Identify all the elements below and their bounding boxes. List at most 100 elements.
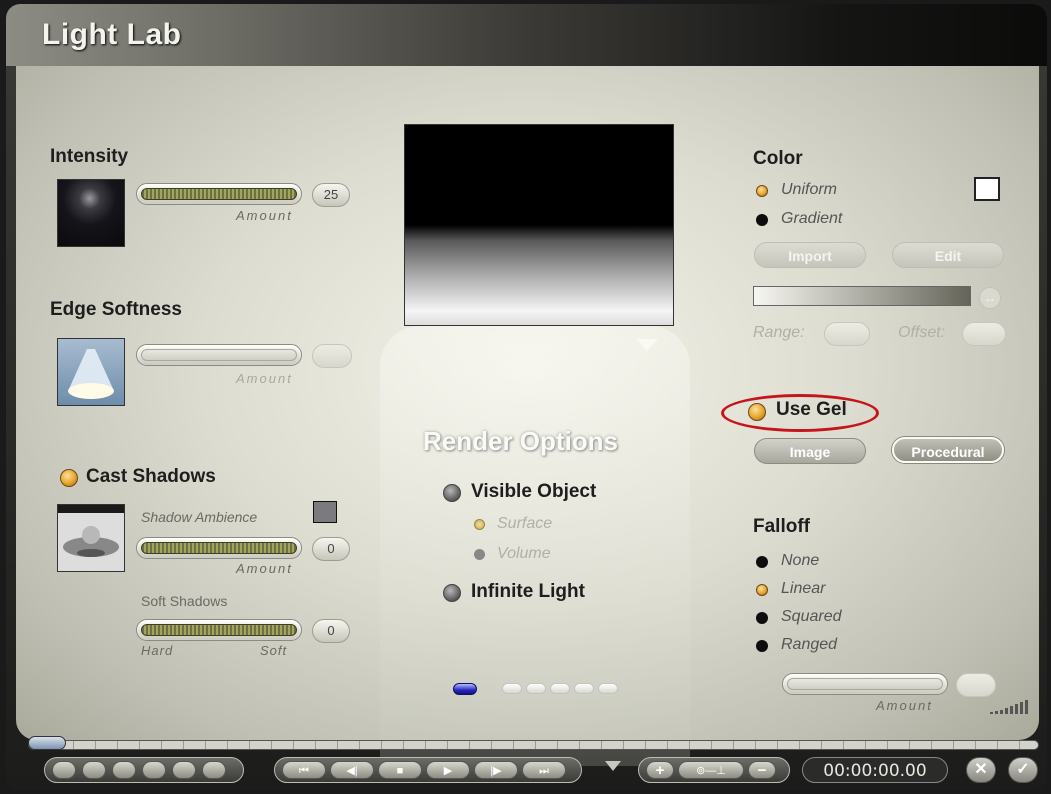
uniform-label: Uniform (781, 181, 838, 198)
falloff-ranged-radio[interactable] (756, 640, 768, 652)
gradient-label: Gradient (781, 210, 843, 227)
volume-label: Volume (497, 545, 551, 562)
infinite-light-label: Infinite Light (471, 581, 585, 602)
remove-keyframe-icon[interactable]: − (748, 761, 776, 779)
go-to-start-icon[interactable]: ⏮ (282, 761, 326, 779)
key-icon[interactable]: ⊚—⊥ (678, 761, 744, 779)
falloff-amount-value[interactable] (956, 673, 996, 697)
offset-field[interactable] (962, 322, 1006, 346)
window-title: Light Lab (42, 18, 182, 51)
falloff-ranged-label: Ranged (781, 636, 838, 653)
edge-softness-title: Edge Softness (50, 299, 182, 320)
shadow-ambience-amount-label: Amount (236, 561, 293, 576)
use-gel-label: Use Gel (776, 399, 847, 420)
title-bar: Light Lab (6, 4, 1047, 66)
intensity-amount-label: Amount (236, 208, 293, 223)
render-options-title: Render Options (423, 426, 619, 456)
step-forward-icon[interactable]: |▶ (474, 761, 518, 779)
gel-procedural-button[interactable]: Procedural (892, 437, 1004, 463)
falloff-squared-radio[interactable] (756, 612, 768, 624)
edge-softness-amount-label: Amount (236, 371, 293, 386)
room-tab[interactable] (82, 761, 106, 779)
falloff-title: Falloff (753, 516, 810, 537)
edge-softness-thumbnail[interactable] (57, 338, 125, 406)
shadow-ambience-slider-fill (141, 542, 297, 554)
uniform-radio[interactable] (756, 185, 768, 197)
add-keyframe-icon[interactable]: + (646, 761, 674, 779)
cast-shadows-toggle[interactable] (60, 469, 78, 487)
edge-softness-value[interactable] (312, 344, 352, 368)
import-button[interactable]: Import (754, 242, 866, 268)
visible-object-label: Visible Object (471, 481, 597, 502)
intensity-slider[interactable] (136, 183, 302, 205)
intensity-slider-fill (141, 188, 297, 200)
room-tab[interactable] (52, 761, 76, 779)
stop-icon[interactable]: ■ (378, 761, 422, 779)
range-field[interactable] (824, 322, 870, 346)
cast-shadows-thumbnail[interactable] (57, 504, 125, 572)
surface-radio[interactable] (474, 519, 485, 530)
edit-button[interactable]: Edit (892, 242, 1004, 268)
soft-shadows-slider[interactable] (136, 619, 302, 641)
preview-menu-triangle-icon[interactable] (636, 339, 658, 351)
step-back-icon[interactable]: ◀| (330, 761, 374, 779)
room-tab[interactable] (172, 761, 196, 779)
main-panel: Intensity 25 Amount Edge Softness Amount… (16, 66, 1039, 766)
timeline-options-triangle-icon[interactable] (605, 761, 621, 771)
soft-shadows-value[interactable]: 0 (312, 619, 350, 643)
use-gel-toggle[interactable] (748, 403, 766, 421)
range-label: Range: (753, 324, 805, 341)
intensity-preview-thumbnail[interactable] (57, 179, 125, 247)
surface-label: Surface (497, 515, 553, 532)
room-tab[interactable] (142, 761, 166, 779)
room-tab[interactable] (112, 761, 136, 779)
page-indicator[interactable] (550, 683, 570, 694)
cast-shadows-label: Cast Shadows (86, 466, 216, 487)
timeline-playhead[interactable] (28, 736, 66, 750)
intensity-title: Intensity (50, 146, 129, 167)
volume-radio[interactable] (474, 549, 485, 560)
play-icon[interactable]: ▶ (426, 761, 470, 779)
gel-image-button[interactable]: Image (754, 438, 866, 464)
soft-shadows-slider-fill (141, 624, 297, 636)
visible-object-toggle[interactable] (443, 484, 461, 502)
page-indicator-active[interactable] (453, 683, 477, 695)
color-swatch[interactable] (974, 177, 1000, 201)
falloff-amount-slider[interactable] (782, 673, 948, 695)
intensity-value[interactable]: 25 (312, 183, 350, 207)
page-indicator[interactable] (598, 683, 618, 694)
timeline-scrubber[interactable] (28, 740, 1039, 750)
gradient-radio[interactable] (756, 214, 768, 226)
gradient-ramp[interactable] (753, 286, 971, 306)
page-indicator[interactable] (502, 683, 522, 694)
falloff-none-label: None (781, 552, 820, 569)
falloff-squared-label: Squared (781, 608, 842, 625)
falloff-none-radio[interactable] (756, 556, 768, 568)
offset-label: Offset: (898, 324, 946, 341)
shadow-ambience-slider[interactable] (136, 537, 302, 559)
timecode-display: 00:00:00.00 (802, 757, 948, 783)
spotlight-cone-icon (68, 349, 114, 399)
light-preview (404, 124, 674, 326)
cancel-close-icon[interactable]: ✕ (966, 757, 996, 783)
soft-shadows-label: Soft Shadows (141, 593, 228, 609)
falloff-slider-track (787, 678, 943, 690)
page-indicator[interactable] (526, 683, 546, 694)
falloff-amount-label: Amount (876, 698, 933, 713)
infinite-light-toggle[interactable] (443, 584, 461, 602)
edge-softness-slider-track (141, 349, 297, 361)
shadow-ambience-value[interactable]: 0 (312, 537, 350, 561)
falloff-linear-radio[interactable] (756, 584, 768, 596)
falloff-linear-label: Linear (781, 580, 826, 597)
room-tab[interactable] (202, 761, 226, 779)
color-title: Color (753, 148, 803, 169)
ramp-reset-icon[interactable]: ↔ (979, 287, 1001, 309)
shadow-ambience-label: Shadow Ambience (141, 509, 258, 525)
soft-shadows-soft-label: Soft (260, 643, 288, 658)
apply-check-icon[interactable]: ✓ (1008, 757, 1038, 783)
light-lab-window: Light Lab Intensity 25 Amount Edge Softn… (6, 4, 1047, 790)
go-to-end-icon[interactable]: ⏭ (522, 761, 566, 779)
shadow-ambience-color-swatch[interactable] (313, 501, 337, 523)
edge-softness-slider[interactable] (136, 344, 302, 366)
page-indicator[interactable] (574, 683, 594, 694)
